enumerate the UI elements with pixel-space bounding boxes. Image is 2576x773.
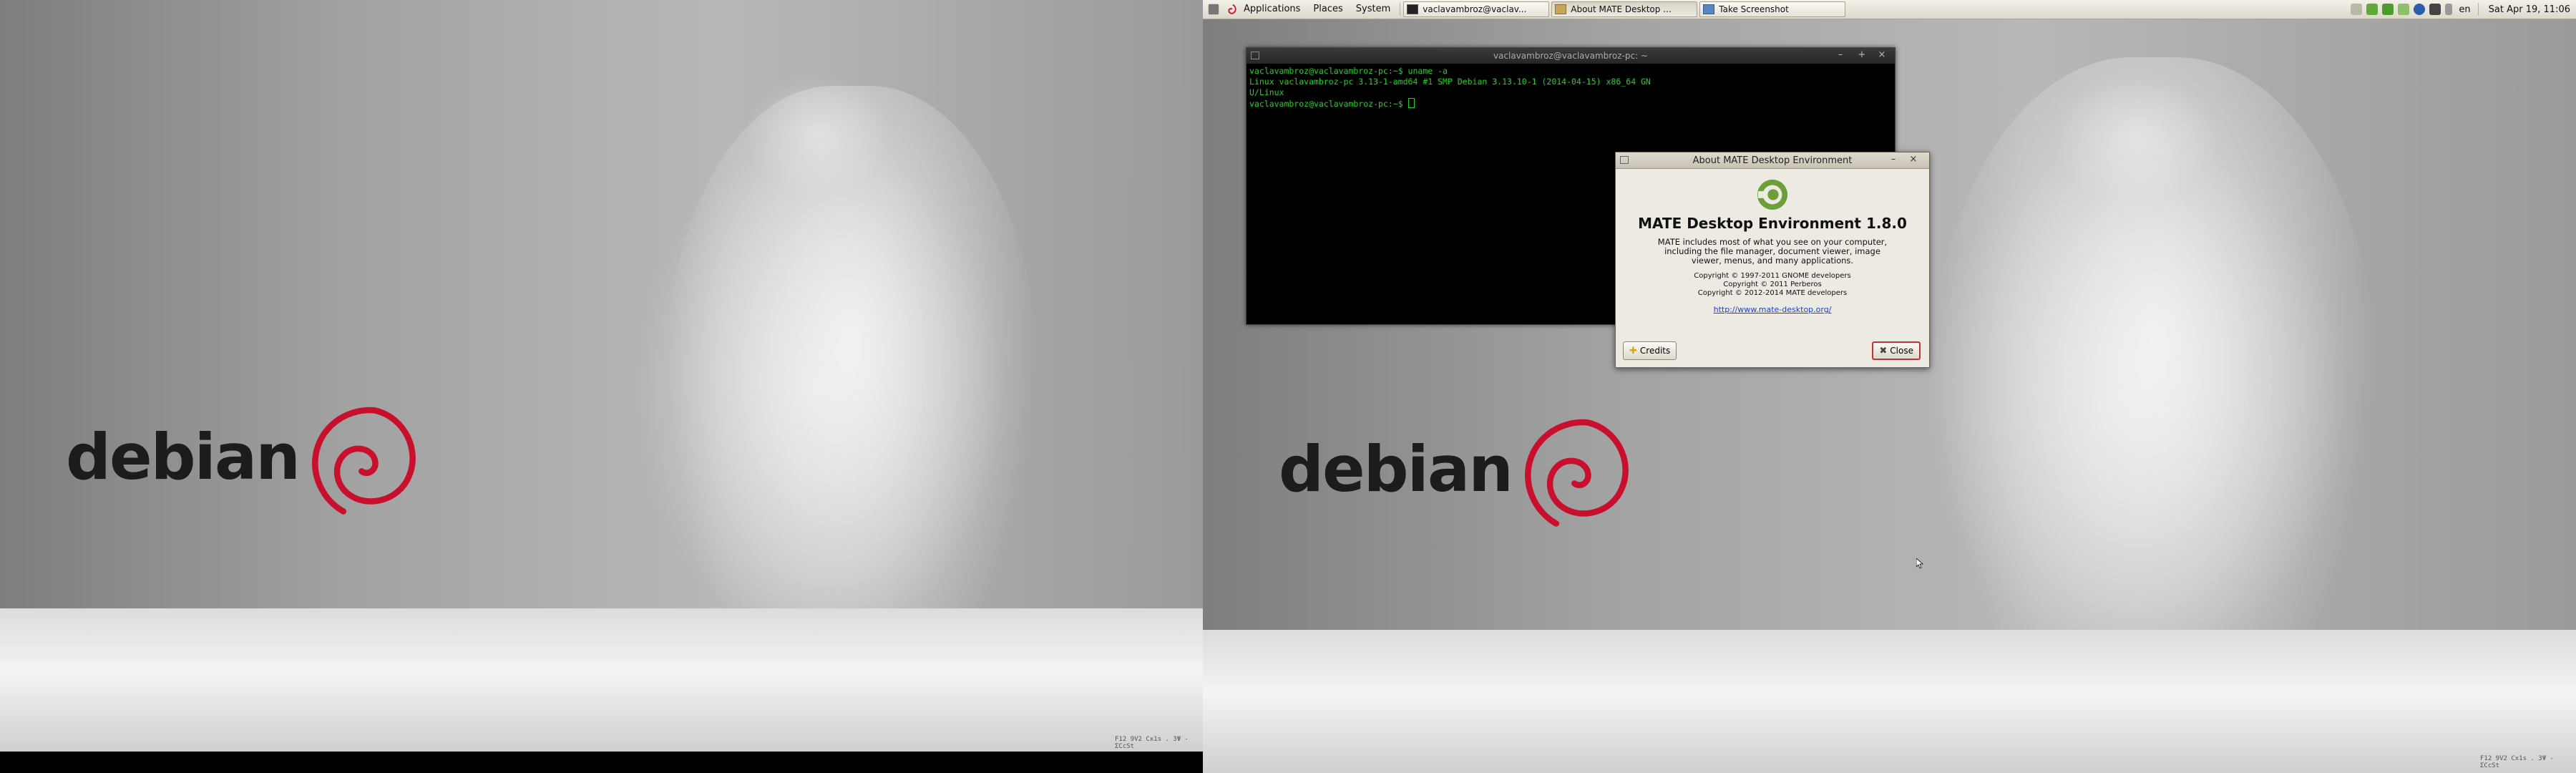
folder-icon	[1555, 4, 1567, 14]
screenshot-icon	[1703, 4, 1715, 14]
terminal-titlebar[interactable]: vaclavambroz@vaclavambroz-pc: ~ – + ×	[1246, 48, 1895, 64]
terminal-output[interactable]: vaclavambroz@vaclavambroz-pc:~$ uname -a…	[1246, 64, 1895, 112]
taskbar-button-about-mate[interactable]: About MATE Desktop ...	[1551, 1, 1698, 17]
top-panel: Applications Places System vaclavambroz@…	[1203, 0, 2576, 19]
close-icon: ✖	[1879, 345, 1888, 356]
window-menu-icon[interactable]	[1251, 52, 1259, 59]
website-link[interactable]: http://www.mate-desktop.org/	[1714, 305, 1832, 314]
panel-separator	[2477, 3, 2479, 16]
close-button[interactable]: ✖ Close	[1872, 341, 1921, 360]
debian-logo: debian	[66, 396, 424, 517]
tray-icon[interactable]	[2351, 4, 2363, 15]
window-menu-icon[interactable]	[1620, 156, 1629, 164]
debian-logo: debian	[1279, 408, 1636, 530]
debian-wordmark: debian	[66, 419, 301, 494]
power-icon[interactable]	[2398, 4, 2410, 15]
menu-applications[interactable]: Applications	[1237, 0, 1307, 19]
terminal-prompt-line: vaclavambroz@vaclavambroz-pc:~$	[1249, 98, 1892, 110]
keyboard-icon[interactable]	[2429, 4, 2441, 15]
wallpaper-floor	[1203, 630, 2576, 773]
minimize-icon[interactable]: –	[1835, 49, 1846, 60]
menu-bar-icon[interactable]	[1207, 3, 1220, 16]
mouse-pointer-icon	[1916, 558, 1923, 568]
about-dialog[interactable]: About MATE Desktop Environment – × MATE …	[1615, 152, 1930, 368]
taskbar-button-label: vaclavambroz@vaclav...	[1423, 4, 1527, 14]
about-dialog-titlebar[interactable]: About MATE Desktop Environment – ×	[1616, 152, 1929, 169]
product-description: MATE includes most of what you see on yo…	[1657, 237, 1888, 266]
copyright-line: Copyright © 2011 Perberos	[1723, 281, 1822, 288]
mate-logo-icon	[1757, 179, 1788, 210]
terminal-line: vaclavambroz@vaclavambroz-pc:~$ uname -a	[1249, 66, 1448, 76]
maximize-icon[interactable]: +	[1856, 49, 1868, 60]
wallpaper-floor	[0, 608, 1203, 752]
credits-button-label: Credits	[1639, 346, 1671, 356]
copyright-line: Copyright © 2012-2014 MATE developers	[1697, 289, 1848, 297]
debian-swirl-icon	[311, 407, 416, 515]
taskbar-button-label: About MATE Desktop ...	[1571, 4, 1672, 14]
text-cursor	[1407, 98, 1415, 108]
volume-icon[interactable]	[2445, 4, 2453, 15]
terminal-icon	[1407, 4, 1419, 14]
taskbar-button-label: Take Screenshot	[1719, 4, 1789, 14]
wallpaper-corner-tag: F12 9V2 Cx1s . 3Ψ - ΣCcSt	[2480, 755, 2554, 769]
close-icon[interactable]: ×	[1876, 49, 1888, 60]
debian-swirl-icon[interactable]	[1224, 3, 1237, 16]
terminal-prompt: vaclavambroz@vaclavambroz-pc:~$	[1249, 99, 1408, 109]
close-button-label: Close	[1890, 346, 1913, 356]
product-name: MATE Desktop Environment 1.8.0	[1638, 215, 1907, 232]
right-monitor: debian F12 9V2 Cx1s . 3Ψ - ΣCcSt Applica…	[1203, 0, 2576, 773]
debian-swirl-icon	[1524, 419, 1629, 527]
terminal-title: vaclavambroz@vaclavambroz-pc: ~	[1493, 51, 1649, 61]
about-dialog-title: About MATE Desktop Environment	[1692, 155, 1853, 166]
keyboard-layout-indicator[interactable]: en	[2454, 4, 2474, 15]
terminal-line: Linux vaclavambroz-pc 3.13-1-amd64 #1 SM…	[1249, 77, 1651, 87]
left-monitor: debian F12 9V2 Cx1s . 3Ψ - ΣCcSt	[0, 0, 1203, 773]
close-icon[interactable]: ×	[1908, 154, 1919, 165]
terminal-line: U/Linux	[1249, 87, 1284, 97]
credits-button[interactable]: ✚ Credits	[1623, 341, 1677, 360]
notification-area: en Sat Apr 19, 11:06	[2348, 0, 2576, 19]
debian-wordmark: debian	[1279, 432, 1513, 506]
desktop-wallpaper	[0, 0, 1203, 752]
update-icon[interactable]	[2366, 4, 2379, 15]
network-icon[interactable]	[2382, 4, 2394, 15]
menu-system[interactable]: System	[1350, 0, 1397, 19]
printer-icon[interactable]	[2414, 4, 2426, 15]
about-dialog-content: MATE Desktop Environment 1.8.0 MATE incl…	[1616, 178, 1929, 315]
taskbar-button-screenshot[interactable]: Take Screenshot	[1699, 1, 1846, 17]
minimize-icon[interactable]: –	[1888, 154, 1899, 165]
terminal-window[interactable]: vaclavambroz@vaclavambroz-pc: ~ – + × va…	[1246, 47, 1930, 368]
taskbar-button-terminal[interactable]: vaclavambroz@vaclav...	[1403, 1, 1550, 17]
panel-clock[interactable]: Sat Apr 19, 11:06	[2482, 4, 2576, 15]
menu-places[interactable]: Places	[1307, 0, 1349, 19]
wallpaper-corner-tag: F12 9V2 Cx1s . 3Ψ - ΣCcSt	[1115, 736, 1189, 750]
copyright-line: Copyright © 1997-2011 GNOME developers	[1694, 272, 1851, 280]
credits-star-icon: ✚	[1629, 345, 1637, 356]
